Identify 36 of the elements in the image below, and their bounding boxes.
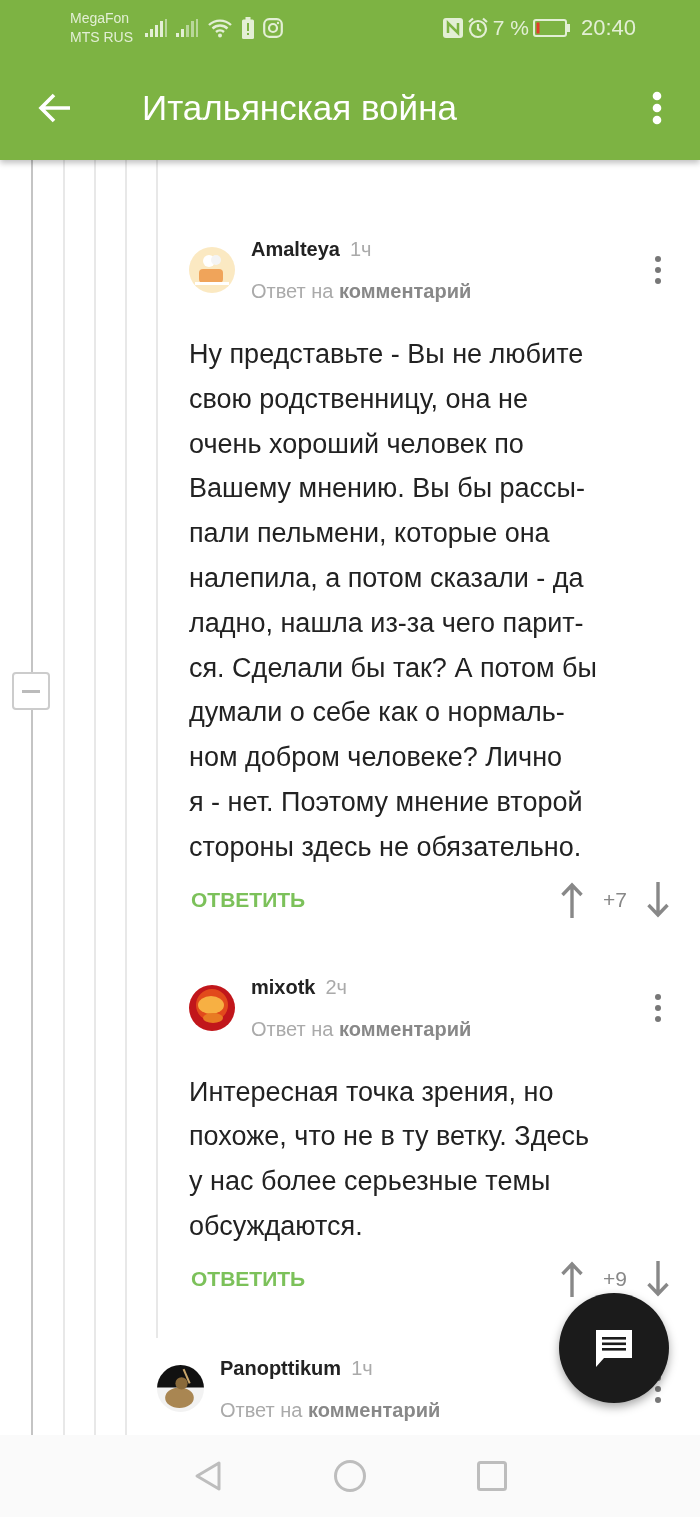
signal-icon (176, 18, 198, 37)
battery-percent: 7 % (492, 15, 529, 40)
page-title: Итальянская война (142, 87, 457, 128)
comment-time: 1ч (349, 238, 372, 261)
signal-icon (145, 18, 167, 37)
chat-bubble-icon (594, 1328, 634, 1368)
camera-icon (263, 17, 283, 38)
clock-time: 20:40 (580, 14, 636, 41)
author-name[interactable]: mixotk (251, 975, 316, 999)
comment-time: 1ч (351, 1356, 373, 1380)
vote-score: +7 (603, 887, 627, 912)
battery-icon (532, 18, 571, 37)
recents-square-icon[interactable] (475, 1459, 509, 1493)
reply-context: Ответ на комментарий (220, 1397, 441, 1422)
reply-context: Ответ на комментарий (251, 1016, 472, 1041)
collapse-button[interactable] (12, 672, 50, 710)
comment-text: Ну представьте - Вы не любите свою родственницу, она не очень хороший человек по Вашему мнению. Вы бы рассы- пали пельмени, которые она налепила, а потом сказали - да ладно, нашла из-за чего парит- ся. Сделали бы так? А потом бы думали о себе как о нормаль- ном добром человеке? Лично я - нет. Поэтому мнение второй стороны здесь не обязательно. (189, 338, 598, 864)
carrier-name: MTS RUS (70, 27, 133, 47)
downvote-arrow-icon[interactable] (647, 881, 669, 918)
author-name[interactable]: Amalteya (251, 238, 340, 261)
upvote-arrow-icon[interactable] (561, 881, 584, 918)
carrier-name: MegaFon (70, 8, 131, 28)
wifi-icon (207, 17, 233, 38)
battery-saver-icon (242, 16, 254, 39)
home-circle-icon[interactable] (333, 1459, 367, 1493)
author-name[interactable]: Panopttikum (220, 1356, 342, 1380)
vote-score: +9 (603, 1266, 627, 1291)
downvote-arrow-icon[interactable] (647, 1260, 669, 1297)
alarm-icon (466, 16, 489, 39)
nfc-icon (442, 17, 463, 38)
minus-icon (22, 689, 40, 693)
upvote-arrow-icon[interactable] (561, 1260, 584, 1297)
back-arrow-icon[interactable] (38, 92, 72, 123)
comment-time: 2ч (325, 975, 347, 999)
comment-text: Интересная точка зрения, но похоже, что не в ту ветку. Здесь у нас более серьезные темы обсуждаются. (189, 1075, 590, 1243)
reply-context: Ответ на комментарий (251, 279, 472, 303)
